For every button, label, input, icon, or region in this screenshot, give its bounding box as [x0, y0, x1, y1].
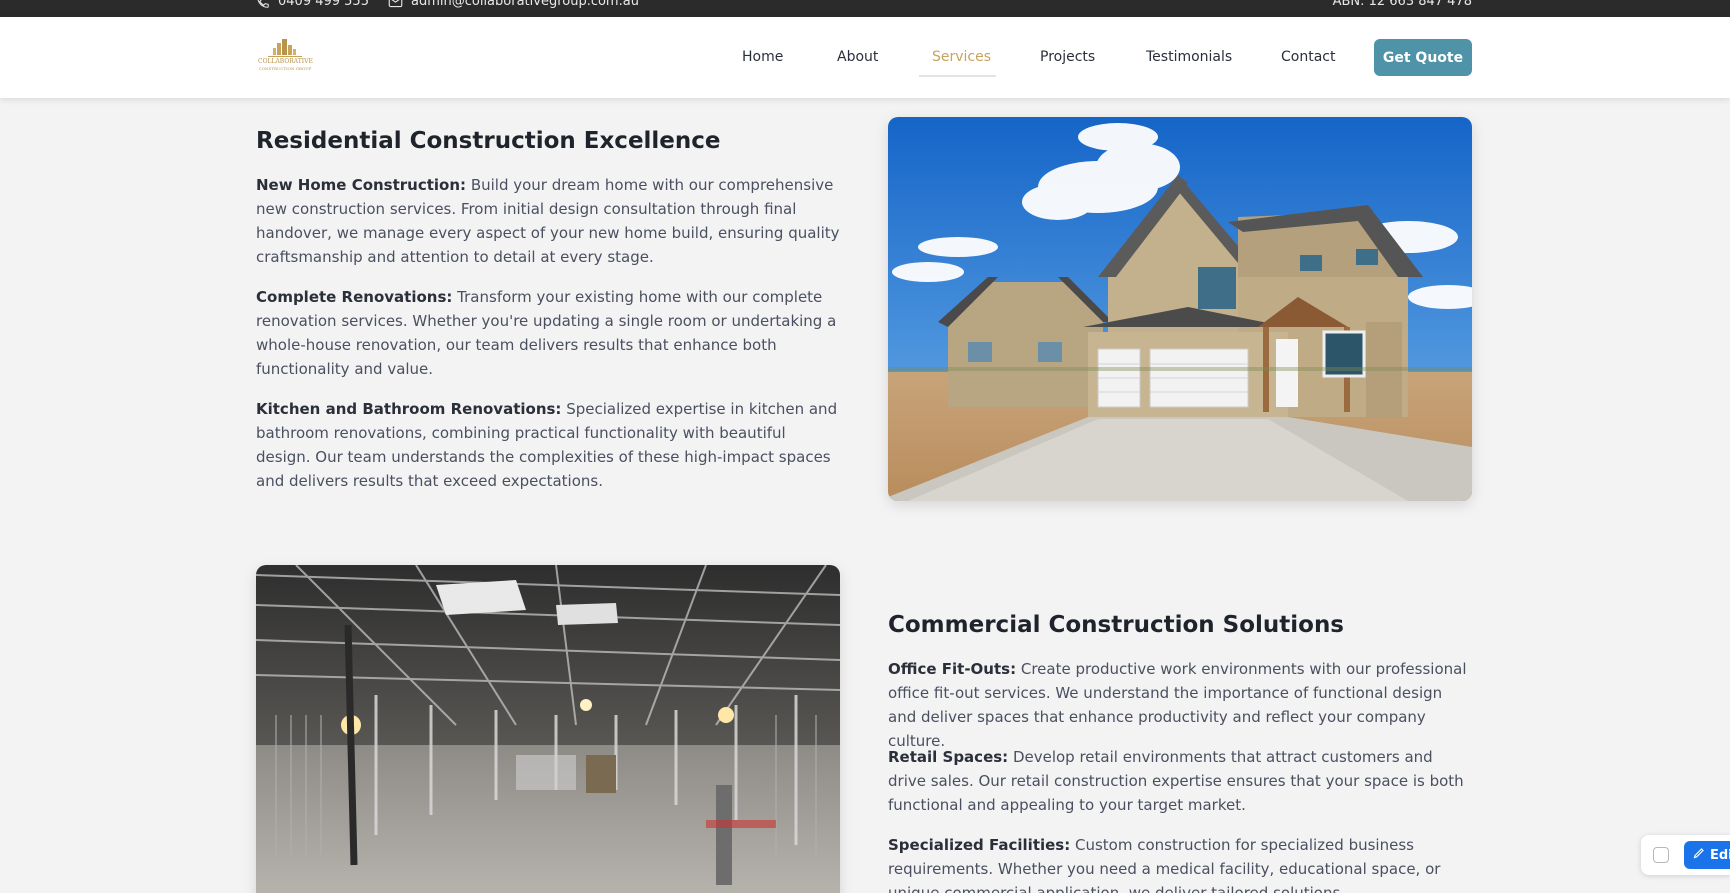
pencil-icon [1693, 847, 1705, 863]
logo-text-bottom: CONSTRUCTION GROUP [258, 66, 312, 71]
paragraph-lead: Retail Spaces: [888, 748, 1009, 766]
commercial-paragraph: Retail Spaces: Develop retail environmen… [888, 745, 1473, 817]
nav-services[interactable]: Services [932, 49, 991, 65]
floating-edit-widget: Edit [1641, 835, 1730, 875]
logo-text-top: COLLABORATIVE [258, 58, 313, 65]
commercial-title: Commercial Construction Solutions [888, 612, 1345, 638]
mail-icon [388, 0, 403, 8]
commercial-paragraph: Specialized Facilities: Custom construct… [888, 833, 1473, 893]
camera-icon[interactable] [1653, 847, 1669, 863]
nav-home[interactable]: Home [742, 49, 783, 65]
phone-number: 0409 499 555 [278, 0, 369, 9]
top-contact-bar: 0409 499 555 admin@collaborativegroup.co… [0, 0, 1730, 17]
edit-label: Edit [1710, 847, 1730, 863]
nav-contact[interactable]: Contact [1281, 49, 1335, 65]
residential-title: Residential Construction Excellence [256, 128, 721, 154]
nav-about[interactable]: About [837, 49, 878, 65]
residential-paragraph: Kitchen and Bathroom Renovations: Specia… [256, 397, 841, 493]
commercial-paragraph: Office Fit-Outs: Create productive work … [888, 657, 1473, 753]
get-quote-button[interactable]: Get Quote [1374, 39, 1472, 76]
main-navbar: COLLABORATIVE CONSTRUCTION GROUP Home Ab… [0, 17, 1730, 98]
nav-testimonials[interactable]: Testimonials [1146, 49, 1232, 65]
paragraph-lead: Kitchen and Bathroom Renovations: [256, 400, 562, 418]
nav-active-indicator [919, 75, 996, 77]
abn-number: ABN: 12 663 847 478 [1332, 0, 1472, 9]
topbar-phone[interactable]: 0409 499 555 [256, 0, 369, 9]
topbar-email[interactable]: admin@collaborativegroup.com.au [388, 0, 639, 9]
residential-house-image [888, 117, 1472, 501]
paragraph-lead: Office Fit-Outs: [888, 660, 1017, 678]
residential-paragraph: Complete Renovations: Transform your exi… [256, 285, 841, 381]
company-logo[interactable]: COLLABORATIVE CONSTRUCTION GROUP [258, 37, 313, 77]
edit-button[interactable]: Edit [1684, 841, 1730, 869]
paragraph-lead: Specialized Facilities: [888, 836, 1071, 854]
commercial-interior-image [256, 565, 840, 893]
email-address: admin@collaborativegroup.com.au [411, 0, 639, 9]
nav-projects[interactable]: Projects [1040, 49, 1095, 65]
phone-icon [256, 0, 270, 9]
residential-paragraph: New Home Construction: Build your dream … [256, 173, 841, 269]
paragraph-lead: New Home Construction: [256, 176, 467, 194]
paragraph-lead: Complete Renovations: [256, 288, 453, 306]
